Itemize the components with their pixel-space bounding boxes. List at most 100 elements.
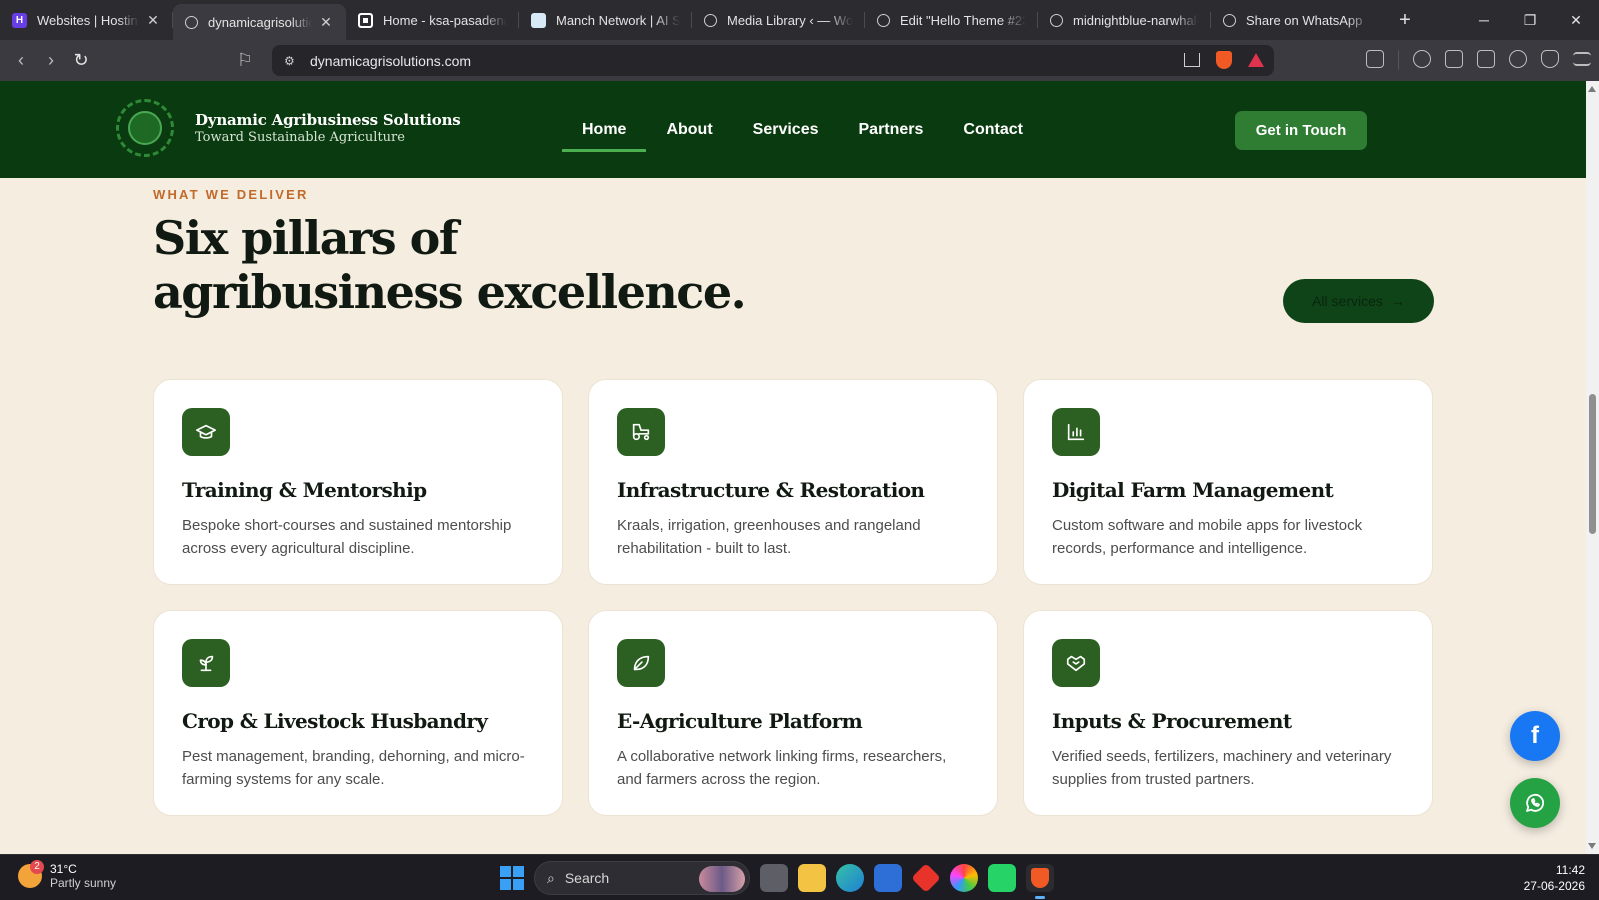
bookmark-icon[interactable]: ⚐ xyxy=(230,46,260,76)
media-icon[interactable] xyxy=(1413,50,1431,68)
card-title: Infrastructure & Restoration xyxy=(617,478,925,502)
card-description: Verified seeds, fertilizers, machinery a… xyxy=(1052,748,1392,788)
tab-title: Share on WhatsApp xyxy=(1246,12,1363,28)
brave-browser-icon[interactable] xyxy=(1026,864,1054,899)
file-explorer-icon[interactable] xyxy=(798,864,826,892)
nav-partners[interactable]: Partners xyxy=(839,81,944,178)
system-clock[interactable]: 11:42 27-06-2026 xyxy=(1524,862,1585,894)
scrollbar-thumb[interactable] xyxy=(1589,394,1596,534)
card-description: Custom software and mobile apps for live… xyxy=(1052,517,1363,557)
service-card-infrastructure[interactable]: Infrastructure & Restoration Kraals, irr… xyxy=(588,379,998,585)
service-card-training[interactable]: Training & Mentorship Bespoke short-cour… xyxy=(153,379,563,585)
tab-title: Edit "Hello Theme #23" xyxy=(900,12,1026,28)
minimize-icon[interactable]: ─ xyxy=(1461,0,1507,40)
card-description: Kraals, irrigation, greenhouses and rang… xyxy=(617,517,921,557)
bar-chart-icon xyxy=(1052,408,1100,456)
forward-icon[interactable]: › xyxy=(36,46,66,76)
manch-icon xyxy=(531,12,546,28)
brand-logo-icon[interactable] xyxy=(116,99,174,157)
weather-temperature: 31°C xyxy=(50,862,77,876)
share-icon[interactable] xyxy=(1184,53,1200,67)
wallet-icon[interactable] xyxy=(1477,50,1495,68)
search-icon: ⌕ xyxy=(547,869,555,886)
search-highlight-image xyxy=(699,866,745,892)
brave-rewards-icon[interactable] xyxy=(1248,53,1264,67)
sprout-icon xyxy=(182,639,230,687)
address-toolbar: ‹ › ↻ ⚐ ⚙ dynamicagrisolutions.com xyxy=(0,40,1599,81)
service-card-husbandry[interactable]: Crop & Livestock Husbandry Pest manageme… xyxy=(153,610,563,816)
card-description: Bespoke short-courses and sustained ment… xyxy=(182,517,512,557)
close-window-icon[interactable]: ✕ xyxy=(1553,0,1599,40)
nav-contact[interactable]: Contact xyxy=(943,81,1043,178)
tractor-icon xyxy=(617,408,665,456)
restore-icon[interactable]: ❐ xyxy=(1507,0,1553,40)
close-tab-icon[interactable]: ✕ xyxy=(318,14,334,30)
site-settings-icon[interactable]: ⚙ xyxy=(284,54,298,68)
tab-title: Media Library ‹ — Wor xyxy=(727,12,853,28)
red-app-icon[interactable] xyxy=(911,863,941,893)
card-title: Crop & Livestock Husbandry xyxy=(182,709,488,733)
new-tab-icon[interactable]: + xyxy=(1388,9,1422,32)
whatsapp-app-icon[interactable] xyxy=(988,864,1016,892)
brand-name[interactable]: Dynamic Agribusiness Solutions xyxy=(195,111,461,129)
nav-about[interactable]: About xyxy=(646,81,732,178)
handshake-icon xyxy=(1052,639,1100,687)
tab-manch-network[interactable]: Manch Network | AI Sy xyxy=(519,0,692,40)
edge-icon[interactable] xyxy=(836,864,864,892)
weather-widget[interactable]: 2 31°C Partly sunny xyxy=(18,860,116,890)
arrow-right-icon: → xyxy=(1390,293,1405,309)
screenshot-icon[interactable] xyxy=(1366,50,1384,68)
browser-tab-strip: H Websites | Hosting ✕ dynamicagrisoluti… xyxy=(0,0,1599,40)
globe-icon xyxy=(1223,13,1236,27)
service-card-digital-farm[interactable]: Digital Farm Management Custom software … xyxy=(1023,379,1433,585)
clock-time: 11:42 xyxy=(1555,863,1585,877)
tab-midnightblue-narwhal[interactable]: midnightblue-narwhal- xyxy=(1038,0,1211,40)
card-title: Training & Mentorship xyxy=(182,478,427,502)
close-tab-icon[interactable]: ✕ xyxy=(145,12,161,28)
brave-shields-icon[interactable] xyxy=(1216,51,1232,69)
back-icon[interactable]: ‹ xyxy=(6,46,36,76)
tab-media-library[interactable]: Media Library ‹ — Wor xyxy=(692,0,865,40)
get-in-touch-button[interactable]: Get in Touch xyxy=(1235,111,1367,150)
tab-edit-hello-theme[interactable]: Edit "Hello Theme #23" xyxy=(865,0,1038,40)
facebook-icon: f xyxy=(1531,722,1539,749)
nav-home[interactable]: Home xyxy=(562,81,647,178)
graduation-cap-icon xyxy=(182,408,230,456)
service-card-inputs[interactable]: Inputs & Procurement Verified seeds, fer… xyxy=(1023,610,1433,816)
leaf-icon xyxy=(617,639,665,687)
facebook-button[interactable]: f xyxy=(1510,711,1560,761)
taskbar-search[interactable]: ⌕ Search xyxy=(534,861,750,895)
nav-services[interactable]: Services xyxy=(733,81,839,178)
globe-icon xyxy=(877,13,890,27)
address-bar[interactable]: ⚙ dynamicagrisolutions.com xyxy=(272,45,1274,76)
url-text[interactable]: dynamicagrisolutions.com xyxy=(310,53,471,69)
vpn-icon[interactable] xyxy=(1541,50,1559,68)
card-title: Inputs & Procurement xyxy=(1052,709,1292,733)
web-page: Dynamic Agribusiness Solutions Toward Su… xyxy=(0,81,1586,854)
sheet-icon xyxy=(358,12,373,28)
section-eyebrow: WHAT WE DELIVER xyxy=(153,187,309,202)
store-icon[interactable] xyxy=(874,864,902,892)
tab-title: Websites | Hosting xyxy=(37,12,139,28)
reload-icon[interactable]: ↻ xyxy=(66,46,96,76)
task-view-icon[interactable] xyxy=(760,864,788,892)
all-services-label: All services xyxy=(1312,293,1383,309)
leo-ai-icon[interactable] xyxy=(1509,50,1527,68)
clock-date: 27-06-2026 xyxy=(1523,879,1585,893)
color-app-icon[interactable] xyxy=(950,864,978,892)
weather-sun-icon: 2 xyxy=(18,860,44,888)
card-description: Pest management, branding, dehorning, an… xyxy=(182,748,525,788)
globe-icon xyxy=(185,15,198,29)
tab-ksa-pasadena[interactable]: Home - ksa-pasadena.c xyxy=(346,0,519,40)
tab-share-on-whatsapp[interactable]: Share on WhatsApp xyxy=(1211,0,1384,40)
tab-dynamicagrisolutions[interactable]: dynamicagrisolutio ✕ xyxy=(173,4,346,40)
page-scrollbar[interactable] xyxy=(1586,81,1599,854)
menu-icon[interactable] xyxy=(1573,52,1591,66)
sidebar-icon[interactable] xyxy=(1445,50,1463,68)
tab-websites-hosting[interactable]: H Websites | Hosting ✕ xyxy=(0,0,173,40)
start-button[interactable] xyxy=(500,866,524,890)
section-headline: Six pillars of agribusiness excellence. xyxy=(153,211,747,319)
whatsapp-button[interactable] xyxy=(1510,778,1560,828)
service-card-e-agriculture[interactable]: E-Agriculture Platform A collaborative n… xyxy=(588,610,998,816)
all-services-button[interactable]: All services → xyxy=(1283,279,1434,323)
